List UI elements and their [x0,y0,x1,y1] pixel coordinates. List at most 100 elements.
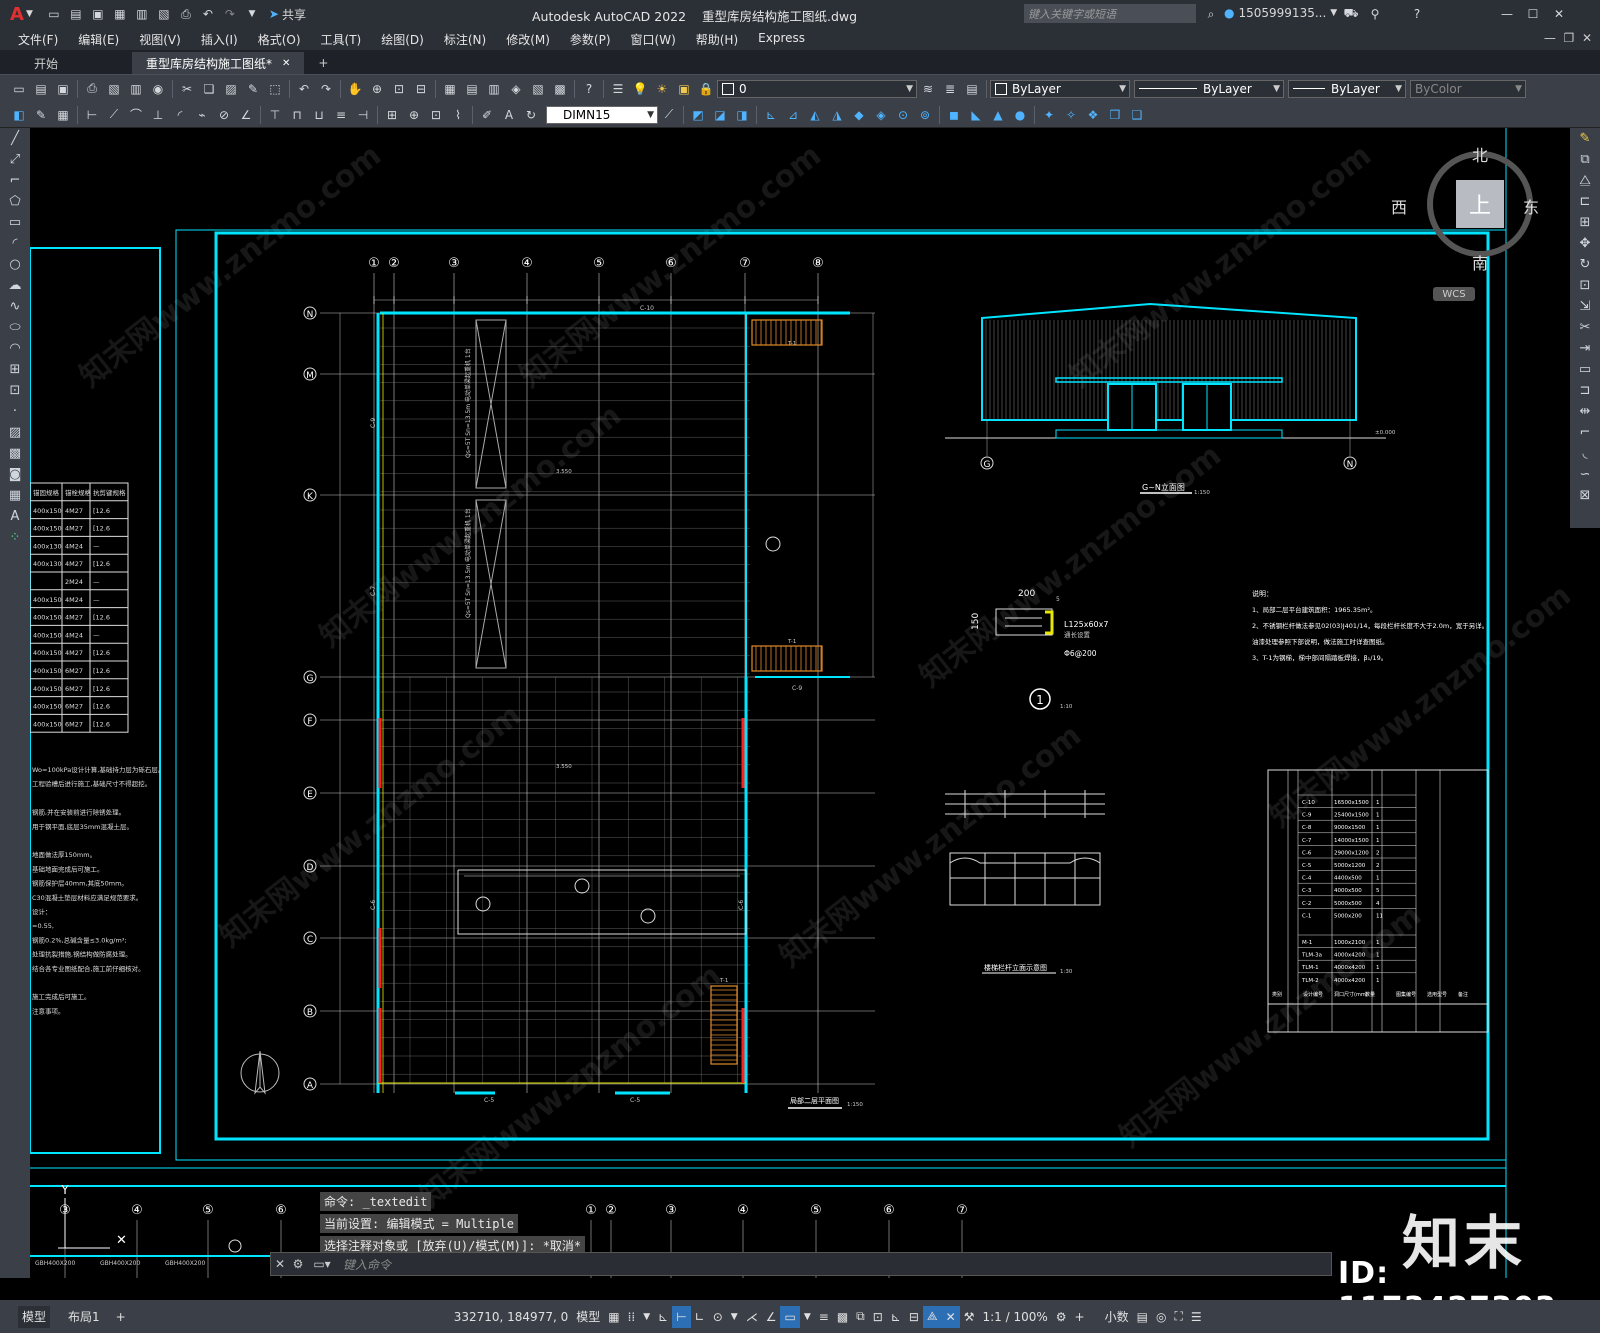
layer-vp-icon[interactable]: ▣ [675,80,693,98]
region-icon[interactable]: ◙ [0,464,30,485]
maximize-icon[interactable]: ☐ [1524,5,1542,23]
save-icon[interactable]: ▣ [89,5,107,23]
radius-dim-icon[interactable]: ◜ [171,106,189,124]
polar-icon[interactable]: ⊙ [709,1306,727,1328]
insert-block-icon[interactable]: ⊞ [0,359,30,380]
copy-icon[interactable]: ❏ [200,80,218,98]
tolerance-icon[interactable]: ⊞ [383,106,401,124]
3d-osnap-icon[interactable]: ⊡ [869,1306,887,1328]
save-as-icon[interactable]: ▦ [111,5,129,23]
view-front-icon[interactable]: ◩ [689,106,707,124]
zoom-window-icon[interactable]: ⊡ [390,80,408,98]
solid-sphere-icon[interactable]: ● [1011,106,1029,124]
solid-cone-icon[interactable]: ▲ [989,106,1007,124]
tab-document[interactable]: 重型库房结构施工图纸* ✕ [132,52,305,74]
render-5-icon[interactable]: ❑ [1128,106,1146,124]
search-icon[interactable]: ⌕ [1202,5,1220,23]
auto-scale-icon[interactable]: ⚒ [960,1306,979,1328]
color-dropdown[interactable]: ByLayer ▼ [990,79,1130,98]
paste-icon[interactable]: ▨ [222,80,240,98]
diameter-dim-icon[interactable]: ⊘ [215,106,233,124]
ucs-face-icon[interactable]: ◮ [828,106,846,124]
baseline-dim-icon[interactable]: ⊓ [288,106,306,124]
share-button[interactable]: ➤ 共享 [269,6,306,23]
make-current-icon[interactable]: ≋ [919,80,937,98]
zoom-previous-icon[interactable]: ⊟ [412,80,430,98]
jogged-dim-icon[interactable]: ⌁ [193,106,211,124]
otrack-icon[interactable]: ∠ [762,1306,781,1328]
viewcube-north[interactable]: 北 [1472,142,1488,166]
infer-icon[interactable]: ⊾ [654,1306,672,1328]
autocad-logo-icon[interactable]: A [8,4,26,25]
app-menu-chevron-icon[interactable]: ▼ [26,9,33,19]
linear-dim-icon[interactable]: ⊢ [83,106,101,124]
polyline-icon[interactable]: ⌐ [0,170,30,191]
quick-access-dropdown-icon[interactable]: ▼ [243,5,261,23]
xline-icon[interactable]: ⤢ [0,149,30,170]
print-icon[interactable]: ⎙ [177,5,195,23]
layer-freeze-icon[interactable]: ☀ [653,80,671,98]
dim-style-icon[interactable]: ⟋ [660,106,678,124]
snap-dropdown-icon[interactable]: ▼ [639,1306,654,1328]
make-block-icon[interactable]: ⊡ [0,380,30,401]
line-icon[interactable]: ╱ [0,128,30,149]
transparency-icon[interactable]: ▩ [833,1306,852,1328]
search-input[interactable]: 键入关键字或短语 [1028,6,1116,22]
user-account[interactable]: ● 1505999135... ▼ [1224,6,1337,20]
rectangle-icon[interactable]: ▭ [0,212,30,233]
copy-modify-icon[interactable]: ⧉ [1570,149,1600,170]
preview-icon[interactable]: ▧ [105,80,123,98]
aligned-dim-icon[interactable]: ⟋ [105,106,123,124]
menu-item-2[interactable]: 视图(V) [129,31,191,48]
open-icon[interactable]: ▤ [32,80,50,98]
dim-text-edit-icon[interactable]: A [500,106,518,124]
viewcube-top-face[interactable]: 上 [1469,188,1491,220]
chamfer-icon[interactable]: ⌐ [1570,422,1600,443]
erase-icon[interactable]: ✎ [32,106,50,124]
redo-toolbar-icon[interactable]: ↷ [317,80,335,98]
menu-item-4[interactable]: 格式(O) [248,31,311,48]
plot-preview-icon[interactable]: ▧ [155,5,173,23]
layer-previous-icon[interactable]: ≣ [941,80,959,98]
snap-icon[interactable]: ⁞⁞ [624,1306,640,1328]
grid-icon[interactable]: ▦ [604,1306,623,1328]
tab-start[interactable]: 开始 [20,52,72,74]
menu-item-3[interactable]: 插入(I) [191,31,248,48]
publish-toolbar-icon[interactable]: ▥ [127,80,145,98]
linetype-dropdown[interactable]: ByLayer ▼ [1134,79,1284,98]
break-icon[interactable]: ⊐ [1570,380,1600,401]
layer-properties-icon[interactable]: ☰ [609,80,627,98]
command-input[interactable]: 键入命令 [343,1256,391,1273]
tab-layout1[interactable]: 布局1 [64,1306,104,1328]
join-icon[interactable]: ⇹ [1570,401,1600,422]
viewcube-west[interactable]: 西 [1391,194,1407,218]
add-layout-button[interactable]: + [112,1306,130,1328]
circle-icon[interactable]: ○ [0,254,30,275]
plotstyle-dropdown[interactable]: ByColor ▼ [1410,79,1526,98]
break-point-icon[interactable]: ▭ [1570,359,1600,380]
viewcube-south[interactable]: 南 [1472,250,1488,274]
ucs-view-icon[interactable]: ◈ [872,106,890,124]
model-space-toggle[interactable]: 模型 [572,1306,604,1328]
ucs-world-icon[interactable]: ⊿ [784,106,802,124]
menu-item-10[interactable]: 窗口(W) [621,31,686,48]
solid-wedge-icon[interactable]: ◣ [967,106,985,124]
ucs-object-icon[interactable]: ◆ [850,106,868,124]
menu-item-8[interactable]: 修改(M) [496,31,560,48]
lineweight-icon[interactable]: ≡ [815,1306,833,1328]
jogged-linear-icon[interactable]: ⌇ [449,106,467,124]
menu-item-6[interactable]: 绘图(D) [371,31,434,48]
dynamic-input-icon[interactable]: ⊢ [672,1305,691,1328]
layer-dropdown[interactable]: 0 ▼ [717,79,917,98]
drawing-canvas[interactable]: 知末网www.znzmo.com 知末网www.znzmo.com 知末网www.z… [30,128,1570,1278]
solid-box-icon[interactable]: ◼ [945,106,963,124]
dynamic-ucs-icon[interactable]: ⊾ [887,1306,905,1328]
connect-icon[interactable]: ⚲ [1366,5,1384,23]
doc-minimize-icon[interactable]: — [1544,31,1556,45]
copy-obj-icon[interactable]: ▦ [54,106,72,124]
publish-icon[interactable]: ▥ [133,5,151,23]
tab-close-icon[interactable]: ✕ [282,58,290,69]
close-icon[interactable]: ✕ [1550,5,1568,23]
tool-palettes-icon[interactable]: ▥ [485,80,503,98]
open-file-icon[interactable]: ▤ [67,5,85,23]
